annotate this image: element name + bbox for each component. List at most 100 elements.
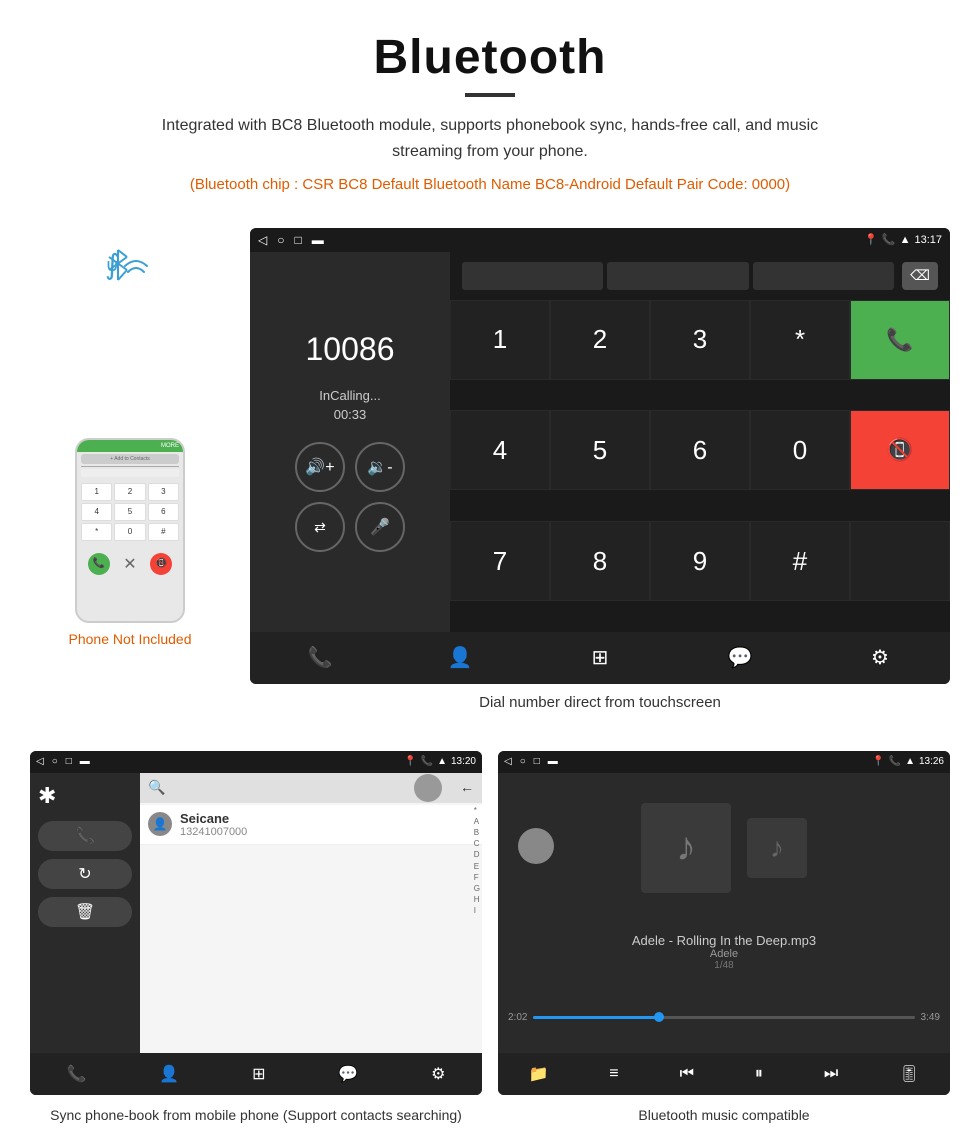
pb-footer: 📞 👤 ⊞ 💬 ⚙	[30, 1053, 482, 1095]
key-6[interactable]: 6	[650, 410, 750, 490]
phone-key-0[interactable]: 0	[114, 523, 145, 541]
key-9[interactable]: 9	[650, 521, 750, 601]
home-icon[interactable]: ○	[277, 233, 284, 247]
phone-key-hash[interactable]: #	[148, 523, 179, 541]
ms-next-icon[interactable]: ⏭	[824, 1065, 838, 1083]
pb-refresh-action[interactable]: ↻	[38, 859, 132, 889]
ms-artist: Adele	[632, 948, 816, 960]
music-item: ◁ ○ □ ▬ 📍 📞 ▲ 13:26 ♪	[498, 751, 950, 1126]
pb-footer-settings[interactable]: ⚙	[431, 1064, 445, 1084]
key-5[interactable]: 5	[550, 410, 650, 490]
android-status-bar: ◁ ○ □ ▬ 📍 📞 ▲ 13:17	[250, 228, 950, 252]
ms-call-status: 📞	[889, 756, 901, 767]
pb-contact-number: 13241007000	[180, 826, 247, 838]
transfer-button[interactable]: ⇄	[295, 502, 345, 552]
ms-wifi: ▲	[905, 756, 915, 767]
page-header: Bluetooth Integrated with BC8 Bluetooth …	[0, 0, 980, 228]
ms-time: 13:26	[919, 756, 944, 767]
backspace-button[interactable]: ⌫	[902, 262, 938, 290]
pb-time: 13:20	[451, 756, 476, 767]
key-4[interactable]: 4	[450, 410, 550, 490]
keypad-grid: 1 2 3 * 📞 4 5 6 0 📵 7 8 9 #	[450, 300, 950, 632]
pb-home-nav[interactable]: ○	[52, 756, 58, 767]
ms-album-art-small: ♪	[747, 818, 807, 878]
phone-call-button[interactable]: 📞	[88, 553, 110, 575]
volume-down-button[interactable]: 🔉-	[355, 442, 405, 492]
back-icon[interactable]: ◁	[258, 233, 267, 247]
phone-divider	[81, 466, 179, 467]
phonebook-item: ◁ ○ □ ▬ 📍 📞 ▲ 13:20 ✱ 📞 ↻ 🗑	[30, 751, 482, 1126]
page-title: Bluetooth	[20, 30, 960, 85]
pb-footer-keypad[interactable]: ⊞	[252, 1064, 265, 1084]
phone-key-1[interactable]: 1	[81, 483, 112, 501]
pb-recents-nav[interactable]: □	[66, 756, 72, 767]
footer-messages-icon[interactable]: 💬	[720, 645, 760, 670]
key-3[interactable]: 3	[650, 300, 750, 380]
dial-input-boxes	[462, 262, 894, 290]
phone-key-6[interactable]: 6	[148, 503, 179, 521]
music-screen: ◁ ○ □ ▬ 📍 📞 ▲ 13:26 ♪	[498, 751, 950, 1095]
call-accept-button[interactable]: 📞	[850, 300, 950, 380]
ms-folder-icon[interactable]: 📁	[528, 1064, 548, 1084]
pb-contact-name: Seicane	[180, 811, 247, 826]
key-1[interactable]: 1	[450, 300, 550, 380]
ms-equalizer-icon[interactable]: 🎚	[899, 1064, 919, 1084]
phone-key-star[interactable]: *	[81, 523, 112, 541]
ms-footer: 📁 ≡ ⏮ ⏸ ⏭ 🎚	[498, 1053, 950, 1095]
footer-keypad-icon[interactable]: ⊞	[580, 645, 620, 670]
dial-screen-container: ◁ ○ □ ▬ 📍 📞 ▲ 13:17 10086 InCalling...	[250, 228, 950, 731]
ms-home-nav[interactable]: ○	[520, 756, 526, 767]
dial-display-number: 10086	[306, 331, 395, 368]
dial-input-box-2	[607, 262, 748, 290]
key-8[interactable]: 8	[550, 521, 650, 601]
key-hash[interactable]: #	[750, 521, 850, 601]
header-spec: (Bluetooth chip : CSR BC8 Default Blueto…	[20, 172, 960, 198]
ms-nav-icons: ◁ ○ □ ▬	[504, 756, 558, 767]
header-description: Integrated with BC8 Bluetooth module, su…	[140, 113, 840, 164]
pb-notif-nav: ▬	[80, 756, 90, 767]
ms-recents-nav[interactable]: □	[534, 756, 540, 767]
ms-music-note-small: ♪	[770, 832, 784, 864]
pb-back-arrow[interactable]: ←	[460, 779, 474, 795]
pb-nav-icons: ◁ ○ □ ▬	[36, 756, 90, 767]
mute-button[interactable]: 🎤	[355, 502, 405, 552]
footer-settings-icon[interactable]: ⚙	[860, 645, 900, 670]
call-end-button[interactable]: 📵	[850, 410, 950, 490]
phone-key-4[interactable]: 4	[81, 503, 112, 521]
ms-status-bar: ◁ ○ □ ▬ 📍 📞 ▲ 13:26	[498, 751, 950, 773]
ms-song-info: Adele - Rolling In the Deep.mp3 Adele 1/…	[632, 933, 816, 971]
phone-end-button[interactable]: 📵	[150, 553, 172, 575]
ms-track-info: 1/48	[632, 960, 816, 971]
pb-footer-contacts[interactable]: 👤	[159, 1064, 179, 1084]
ms-prev-icon[interactable]: ⏮	[680, 1065, 694, 1083]
ms-progress-row: 2:02 3:49	[508, 1012, 940, 1023]
pb-footer-calls[interactable]: 📞	[66, 1064, 86, 1084]
ms-back-nav[interactable]: ◁	[504, 756, 512, 767]
key-2[interactable]: 2	[550, 300, 650, 380]
ms-progress-bar[interactable]	[533, 1016, 914, 1019]
clock: 13:17	[914, 234, 942, 246]
wifi-icon: ▲	[900, 234, 911, 246]
volume-up-button[interactable]: 🔊+	[295, 442, 345, 492]
pb-call-action[interactable]: 📞	[38, 821, 132, 851]
footer-calls-icon[interactable]: 📞	[300, 645, 340, 670]
dial-calling-status: InCalling...	[319, 388, 380, 403]
dial-input-box-3	[753, 262, 894, 290]
pb-back-nav[interactable]: ◁	[36, 756, 44, 767]
recents-icon[interactable]: □	[294, 233, 301, 247]
key-7[interactable]: 7	[450, 521, 550, 601]
key-star[interactable]: *	[750, 300, 850, 380]
pb-contact-row[interactable]: 👤 Seicane 13241007000	[140, 805, 482, 845]
phone-key-2[interactable]: 2	[114, 483, 145, 501]
pb-footer-messages[interactable]: 💬	[338, 1064, 358, 1084]
key-0[interactable]: 0	[750, 410, 850, 490]
ms-play-icon[interactable]: ⏸	[755, 1065, 763, 1083]
pb-delete-action[interactable]: 🗑	[38, 897, 132, 927]
phone-key-5[interactable]: 5	[114, 503, 145, 521]
phone-key-3[interactable]: 3	[148, 483, 179, 501]
phone-cancel[interactable]: ✕	[123, 554, 136, 574]
pb-call-status: 📞	[421, 756, 433, 767]
ms-list-icon[interactable]: ≡	[609, 1065, 618, 1083]
pb-search-icon: 🔍	[148, 779, 165, 796]
footer-contacts-icon[interactable]: 👤	[440, 645, 480, 670]
